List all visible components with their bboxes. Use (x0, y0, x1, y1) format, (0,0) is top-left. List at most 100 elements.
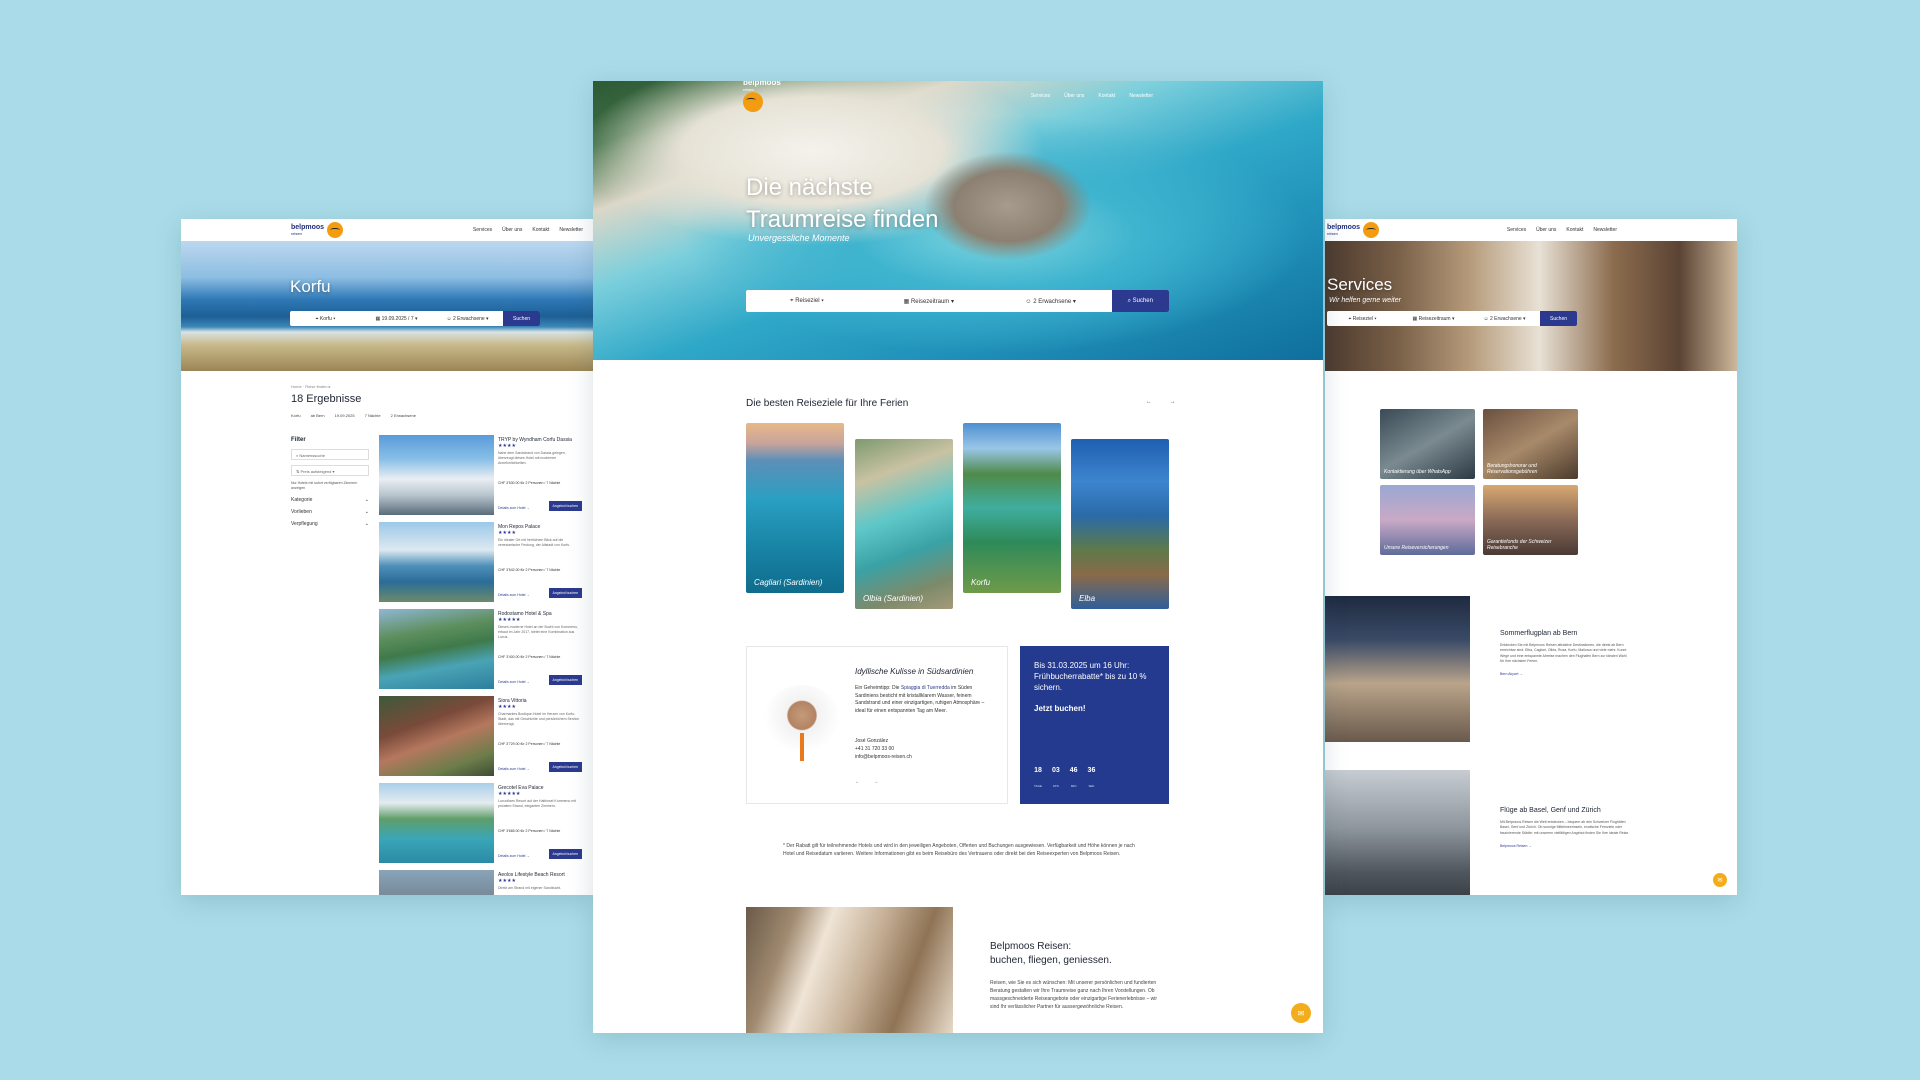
expert-tip-card: Idyllische Kulisse in Südsardinien Ein G… (746, 646, 1008, 804)
nav-link-services[interactable]: Services (1507, 227, 1526, 233)
hero-image-korfu: Korfu ⌖ Korfu ▾ ▦ 19.09.2025 / 7 ▾ ☺ 2 E… (181, 241, 593, 371)
sun-logo-icon (327, 222, 344, 238)
service-tile[interactable]: Beratungshonorar und Reservationsgebühre… (1483, 409, 1578, 479)
nav-link-services[interactable]: Services (1031, 93, 1050, 99)
hero-title: Korfu (290, 277, 331, 296)
hotel-card: Siora Vittoria ★★★★ Charmantes Boutique-Ho… (379, 696, 584, 778)
beach-link[interactable]: Spiaggia di Tuerredda (901, 685, 950, 691)
destination-select[interactable]: ⌖ Korfu ▾ (290, 316, 361, 322)
service-tile[interactable]: Unsere Reiseversicherungen (1380, 485, 1475, 555)
nav-link-about[interactable]: Über uns (502, 227, 522, 233)
book-offer-button[interactable]: Angebot buchen (548, 501, 582, 511)
hotel-details-link[interactable]: Details zum Hotel → (498, 593, 530, 597)
contact-email[interactable]: info@belpmoos-reisen.ch (855, 753, 912, 761)
block-title: Sommerflugplan ab Bern (1500, 630, 1578, 637)
hotel-image[interactable] (379, 435, 494, 515)
hotel-image[interactable] (379, 870, 494, 895)
destination-card[interactable]: Cagliari (Sardinien) (746, 423, 844, 593)
nav-link-newsletter[interactable]: Newsletter (1593, 227, 1617, 233)
belpmoos-reisen-link[interactable]: Belpmoos Reisen → (1500, 844, 1630, 848)
nav-link-newsletter[interactable]: Newsletter (559, 227, 583, 233)
search-button[interactable]: ⌕ Suchen (1111, 290, 1169, 312)
chip[interactable]: 19.09.2025 (335, 413, 355, 418)
hero-title: Die nächste Traumreise finden (746, 174, 939, 233)
destination-select[interactable]: ⌖ Reiseziel ▾ (1327, 316, 1398, 322)
nav-link-contact[interactable]: Kontakt (1566, 227, 1583, 233)
nav-link-about[interactable]: Über uns (1064, 93, 1084, 99)
nav-link-services[interactable]: Services (473, 227, 492, 233)
hotel-description: Ein idealer Ort mit herrlichem Blick auf… (498, 538, 571, 547)
disclaimer-text: * Der Rabatt gilt für teilnehmende Hotel… (783, 843, 1135, 857)
filter-board[interactable]: Verpflegung ⌄ (291, 521, 369, 527)
hotel-details-link[interactable]: Details zum Hotel → (498, 854, 530, 858)
chip[interactable]: 2 Erwachsene (391, 413, 416, 418)
sort-select[interactable]: ⇅ Preis aufsteigend ▾ (291, 465, 369, 476)
hotel-details-link[interactable]: Details zum Hotel → (498, 506, 530, 510)
service-tile[interactable]: Garantiefonds der Schweizer Reisebranche (1483, 485, 1578, 555)
logo[interactable]: belpmoos reisen (1327, 222, 1380, 238)
hotel-image[interactable] (379, 783, 494, 863)
filter-preferences[interactable]: Vorlieben ⌄ (291, 509, 369, 515)
destination-card[interactable]: Korfu (963, 423, 1061, 593)
service-tile[interactable]: Kontaktierung über WhatsApp (1380, 409, 1475, 479)
guests-select[interactable]: ☺ 2 Erwachsene ▾ (990, 298, 1112, 305)
tip-carousel-arrows[interactable]: ← → (855, 779, 884, 785)
date-select[interactable]: ▦ Reisezeitraum ▾ (1398, 316, 1469, 322)
block-title: Flüge ab Basel, Genf und Zürich (1500, 807, 1601, 814)
hotel-description: Luxuriöses Resort auf der Halbinsel Komm… (498, 799, 577, 808)
breadcrumb[interactable]: Home · Reise finden ▸ (291, 384, 331, 389)
hotel-card: Rodostamo Hotel & Spa ★★★★★ Dieses moderne… (379, 609, 584, 691)
chip[interactable]: ab Bern (311, 413, 325, 418)
chevron-down-icon: ⌄ (364, 496, 369, 503)
chat-icon[interactable]: ✉ (1713, 873, 1727, 887)
book-offer-button[interactable]: Angebot buchen (548, 762, 582, 772)
hotel-details-link[interactable]: Details zum Hotel → (498, 767, 530, 771)
nav-link-newsletter[interactable]: Newsletter (1129, 93, 1153, 99)
date-select[interactable]: ▦ 19.09.2025 / 7 ▾ (361, 316, 432, 322)
destination-card[interactable]: Olbia (Sardinien) (855, 439, 953, 609)
name-search-input[interactable]: ⌕ Namenssuche (291, 449, 369, 460)
destination-select[interactable]: ⌖ Reiseziel ▾ (746, 298, 868, 305)
star-rating: ★★★★ (498, 443, 516, 449)
section-title: Die besten Reiseziele für Ihre Ferien (746, 398, 909, 409)
guests-select[interactable]: ☺ 2 Erwachsene ▾ (1469, 316, 1540, 322)
nav-link-contact[interactable]: Kontakt (1098, 93, 1115, 99)
nav-bar: belpmoos reisen Services Über uns Kontakt… (181, 219, 593, 241)
book-offer-button[interactable]: Angebot buchen (548, 675, 582, 685)
search-button[interactable]: Suchen (1540, 311, 1578, 326)
logo[interactable]: belpmoos reisen (743, 81, 781, 114)
contact-phone[interactable]: +41 31 720 33 00 (855, 745, 912, 753)
chip[interactable]: 7 Nächte (365, 413, 381, 418)
airport-departures-image (1325, 596, 1470, 742)
star-rating: ★★★★★ (498, 617, 521, 623)
nav-link-about[interactable]: Über uns (1536, 227, 1556, 233)
chip[interactable]: Korfu (291, 413, 301, 418)
hotel-description: Charmantes Boutique-Hotel im Herzen von … (498, 712, 580, 726)
nav-link-contact[interactable]: Kontakt (532, 227, 549, 233)
book-offer-button[interactable]: Angebot buchen (548, 849, 582, 859)
block-text: Entdecken Sie mit Belpmoos Reisen attrak… (1500, 643, 1627, 663)
book-now-link[interactable]: Jetzt buchen! (1034, 704, 1155, 713)
hotel-image[interactable] (379, 696, 494, 776)
avatar (762, 685, 842, 765)
block-text: Mit Belpmoos Reisen die Welt entdecken –… (1500, 820, 1630, 835)
hotel-image[interactable] (379, 522, 494, 602)
availability-checkbox[interactable]: Nur Hotels mit sofort verfügbaren Zimmer… (291, 481, 369, 491)
hotel-image[interactable] (379, 609, 494, 689)
destination-card[interactable]: Elba (1071, 439, 1169, 609)
book-offer-button[interactable]: Angebot buchen (548, 588, 582, 598)
guests-select[interactable]: ☺ 2 Erwachsene ▾ (432, 316, 503, 322)
filter-category[interactable]: Kategorie ⌄ (291, 497, 369, 503)
logo[interactable]: belpmoos reisen (291, 222, 344, 238)
search-button[interactable]: Suchen (503, 311, 541, 326)
chevron-down-icon: ⌄ (364, 508, 369, 515)
countdown-minutes: 46 MIN (1069, 767, 1078, 788)
chat-icon[interactable]: ✉ (1291, 1003, 1311, 1023)
hotel-card: Aeolos Lifestyle Beach Resort ★★★★ Direkt … (379, 870, 584, 895)
date-select[interactable]: ▦ Reisezeitraum ▾ (868, 298, 990, 305)
carousel-arrows[interactable]: ← → (1146, 399, 1184, 405)
bern-airport-link[interactable]: Bern Airport → (1500, 672, 1630, 676)
hotel-details-link[interactable]: Details zum Hotel → (498, 680, 530, 684)
results-count: 18 Ergebnisse (291, 393, 362, 405)
search-bar: ⌖ Reiseziel ▾ ▦ Reisezeitraum ▾ ☺ 2 Erwa… (746, 290, 1169, 312)
